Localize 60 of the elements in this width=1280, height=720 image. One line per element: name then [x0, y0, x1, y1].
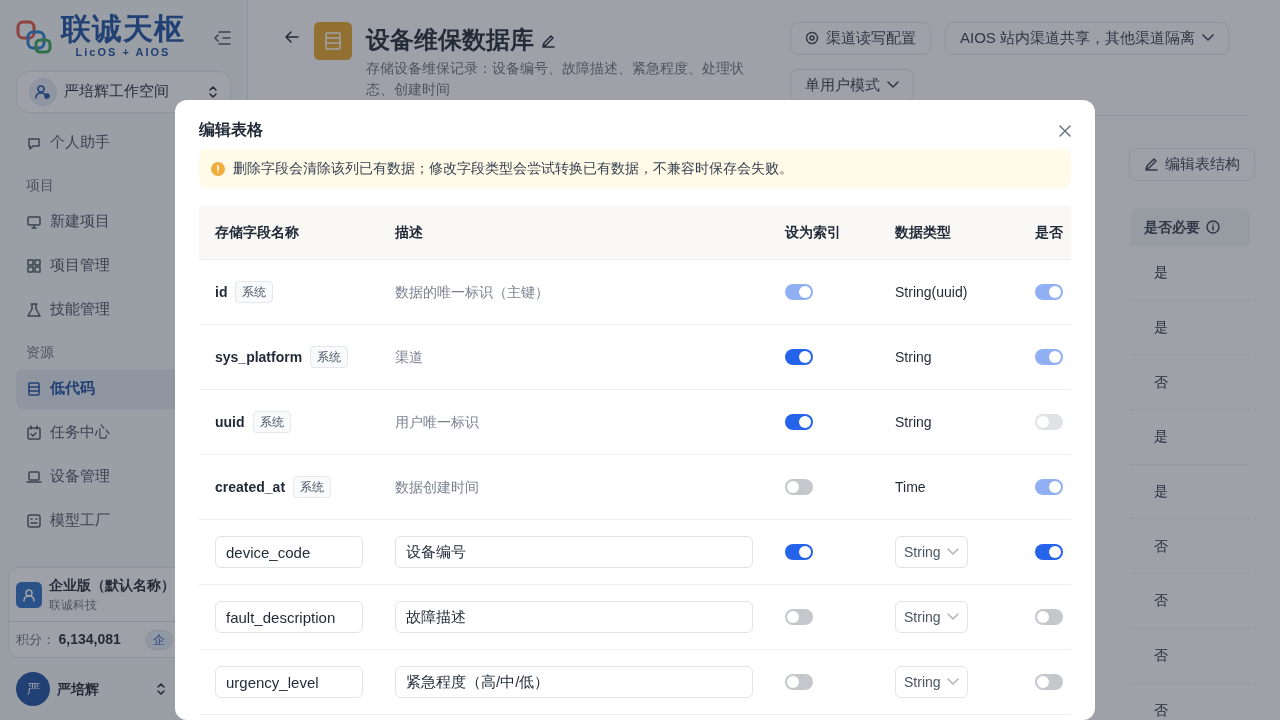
system-tag: 系统	[252, 411, 291, 433]
points-label: 积分：	[16, 630, 55, 649]
section-label: 资源	[26, 343, 54, 360]
field-name: created_at	[215, 477, 286, 497]
table-cell: 是	[1130, 246, 1250, 301]
system-tag: 系统	[310, 346, 349, 368]
workspace-selector[interactable]: 严培辉工作空间	[16, 70, 231, 113]
name-input[interactable]: device_code	[215, 536, 363, 568]
dialog-title: 编辑表格	[199, 120, 263, 140]
dropdown-button[interactable]: 单用户模式	[790, 68, 914, 101]
description-input[interactable]: 故障描述	[395, 601, 753, 633]
type-select[interactable]: String	[895, 601, 968, 633]
plan-badge: 企	[145, 629, 174, 650]
field-description: 渠道	[395, 347, 423, 367]
user-avatar: 严	[16, 672, 50, 706]
edit-schema-button[interactable]: 编辑表结构	[1129, 148, 1255, 181]
warning-text: 删除字段会清除该列已有数据；修改字段类型会尝试转换已有数据，不兼容时保存会失败。	[233, 159, 793, 178]
workspace-name: 严培辉工作空间	[64, 81, 170, 102]
logo-title: 联诚天枢	[61, 14, 185, 44]
table-cell: 否	[1130, 519, 1250, 575]
table-cell: 是	[1130, 300, 1250, 356]
name-input[interactable]: fault_description	[215, 601, 363, 633]
column-header: 设为索引	[785, 223, 841, 242]
user-name: 严培辉	[57, 679, 100, 699]
column-header: 是否	[1035, 223, 1063, 242]
column-header: 存储字段名称	[215, 223, 299, 242]
table-cell: 否	[1130, 683, 1250, 720]
table-cell: 否	[1130, 355, 1250, 411]
type-select[interactable]: String	[895, 536, 968, 568]
type-select[interactable]: String	[895, 666, 968, 698]
field-name: sys_platform	[215, 347, 303, 367]
logo-subtitle: LicOS + AIOS	[74, 45, 172, 60]
system-tag: 系统	[293, 476, 332, 498]
table-cell: 否	[1130, 574, 1250, 629]
table-cell: 是	[1130, 410, 1250, 465]
system-tag: 系统	[235, 281, 274, 303]
description-input[interactable]: 设备编号	[395, 536, 753, 568]
org-name: 企业版（默认名称）	[49, 576, 175, 595]
config-button[interactable]: 渠道读写配置	[790, 22, 931, 55]
points-value: 6,134,081	[58, 630, 121, 649]
column-header: 数据类型	[895, 223, 951, 242]
name-input[interactable]: urgency_level	[215, 666, 363, 698]
table-cell: 是	[1130, 464, 1250, 520]
description-input[interactable]: 紧急程度（高/中/低）	[395, 666, 753, 698]
field-name: uuid	[215, 412, 245, 432]
section-label: 项目	[26, 176, 54, 193]
field-description: 用户唯一标识	[395, 412, 479, 432]
field-description: 数据创建时间	[395, 477, 479, 497]
field-description: 数据的唯一标识（主键）	[395, 282, 549, 302]
table-cell: 否	[1130, 628, 1250, 684]
data-type: String	[895, 412, 932, 432]
data-type: String	[895, 347, 932, 367]
column-header: 描述	[395, 223, 423, 242]
data-type: Time	[895, 477, 926, 497]
data-type: String(uuid)	[895, 282, 968, 302]
page-description: 存储设备维保记录：设备编号、故障描述、紧急程度、处理状态、创建时间	[366, 59, 745, 99]
column-header: 是否必要	[1130, 208, 1250, 246]
page-title: 设备维保数据库	[366, 25, 534, 55]
dropdown-button[interactable]: AIOS 站内渠道共享，其他渠道隔离	[945, 22, 1229, 55]
org-company: 联诚科技	[49, 597, 98, 614]
